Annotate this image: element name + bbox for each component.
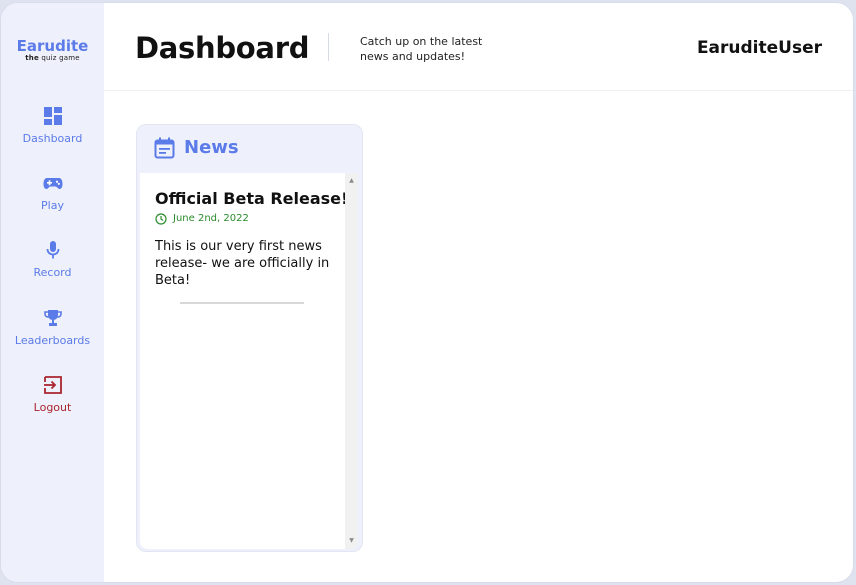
sidebar-item-label: Record xyxy=(33,266,72,279)
brand-name: Earudite xyxy=(16,37,89,55)
page-header: Dashboard Catch up on the latest news an… xyxy=(104,3,853,91)
news-article-separator xyxy=(180,302,304,304)
sidebar: Earudite the quiz game Dashboard Play Re… xyxy=(1,3,104,582)
news-card-title: News xyxy=(184,137,239,158)
dashboard-icon xyxy=(43,107,62,125)
sidebar-item-dashboard[interactable]: Dashboard xyxy=(1,106,104,145)
username[interactable]: EaruditeUser xyxy=(697,38,822,58)
brand-logo[interactable]: Earudite the quiz game xyxy=(1,37,104,62)
app-window: Earudite the quiz game Dashboard Play Re… xyxy=(0,2,854,583)
microphone-icon xyxy=(46,241,59,259)
page-subtitle: Catch up on the latest news and updates! xyxy=(360,35,483,63)
scroll-down-arrow-icon[interactable]: ▼ xyxy=(345,535,358,547)
news-card-header: News xyxy=(137,125,362,173)
news-article: Official Beta Release! June 2nd, 2022 Th… xyxy=(155,189,349,289)
news-article-body: This is our very first news release- we … xyxy=(155,239,330,288)
sidebar-item-label: Dashboard xyxy=(22,132,83,145)
clock-icon xyxy=(155,213,167,225)
calendar-icon xyxy=(154,137,175,159)
gamepad-icon xyxy=(43,178,62,189)
news-article-date: June 2nd, 2022 xyxy=(155,212,335,226)
logout-icon xyxy=(43,376,62,394)
brand-tagline: the quiz game xyxy=(1,54,104,62)
news-article-title: Official Beta Release! xyxy=(155,189,349,208)
sidebar-item-record[interactable]: Record xyxy=(1,240,104,279)
brand-tagline-strong: the xyxy=(25,54,39,62)
news-feed-scrollbar[interactable]: ▲ ▼ xyxy=(345,173,358,549)
sidebar-item-play[interactable]: Play xyxy=(1,173,104,212)
sidebar-item-logout[interactable]: Logout xyxy=(1,375,104,414)
page-title: Dashboard xyxy=(135,31,310,65)
news-feed[interactable]: Official Beta Release! June 2nd, 2022 Th… xyxy=(140,173,358,549)
sidebar-item-label: Play xyxy=(41,199,64,212)
scroll-up-arrow-icon[interactable]: ▲ xyxy=(345,175,358,187)
news-article-date-text: June 2nd, 2022 xyxy=(173,213,249,224)
trophy-icon xyxy=(43,310,62,326)
sidebar-item-label: Logout xyxy=(33,401,72,414)
brand-tagline-rest: quiz game xyxy=(38,54,80,62)
header-divider xyxy=(328,33,329,61)
sidebar-item-label: Leaderboards xyxy=(14,334,91,347)
news-card: News Official Beta Release! June 2nd, 20… xyxy=(136,124,363,552)
sidebar-item-leaderboards[interactable]: Leaderboards xyxy=(1,308,104,347)
